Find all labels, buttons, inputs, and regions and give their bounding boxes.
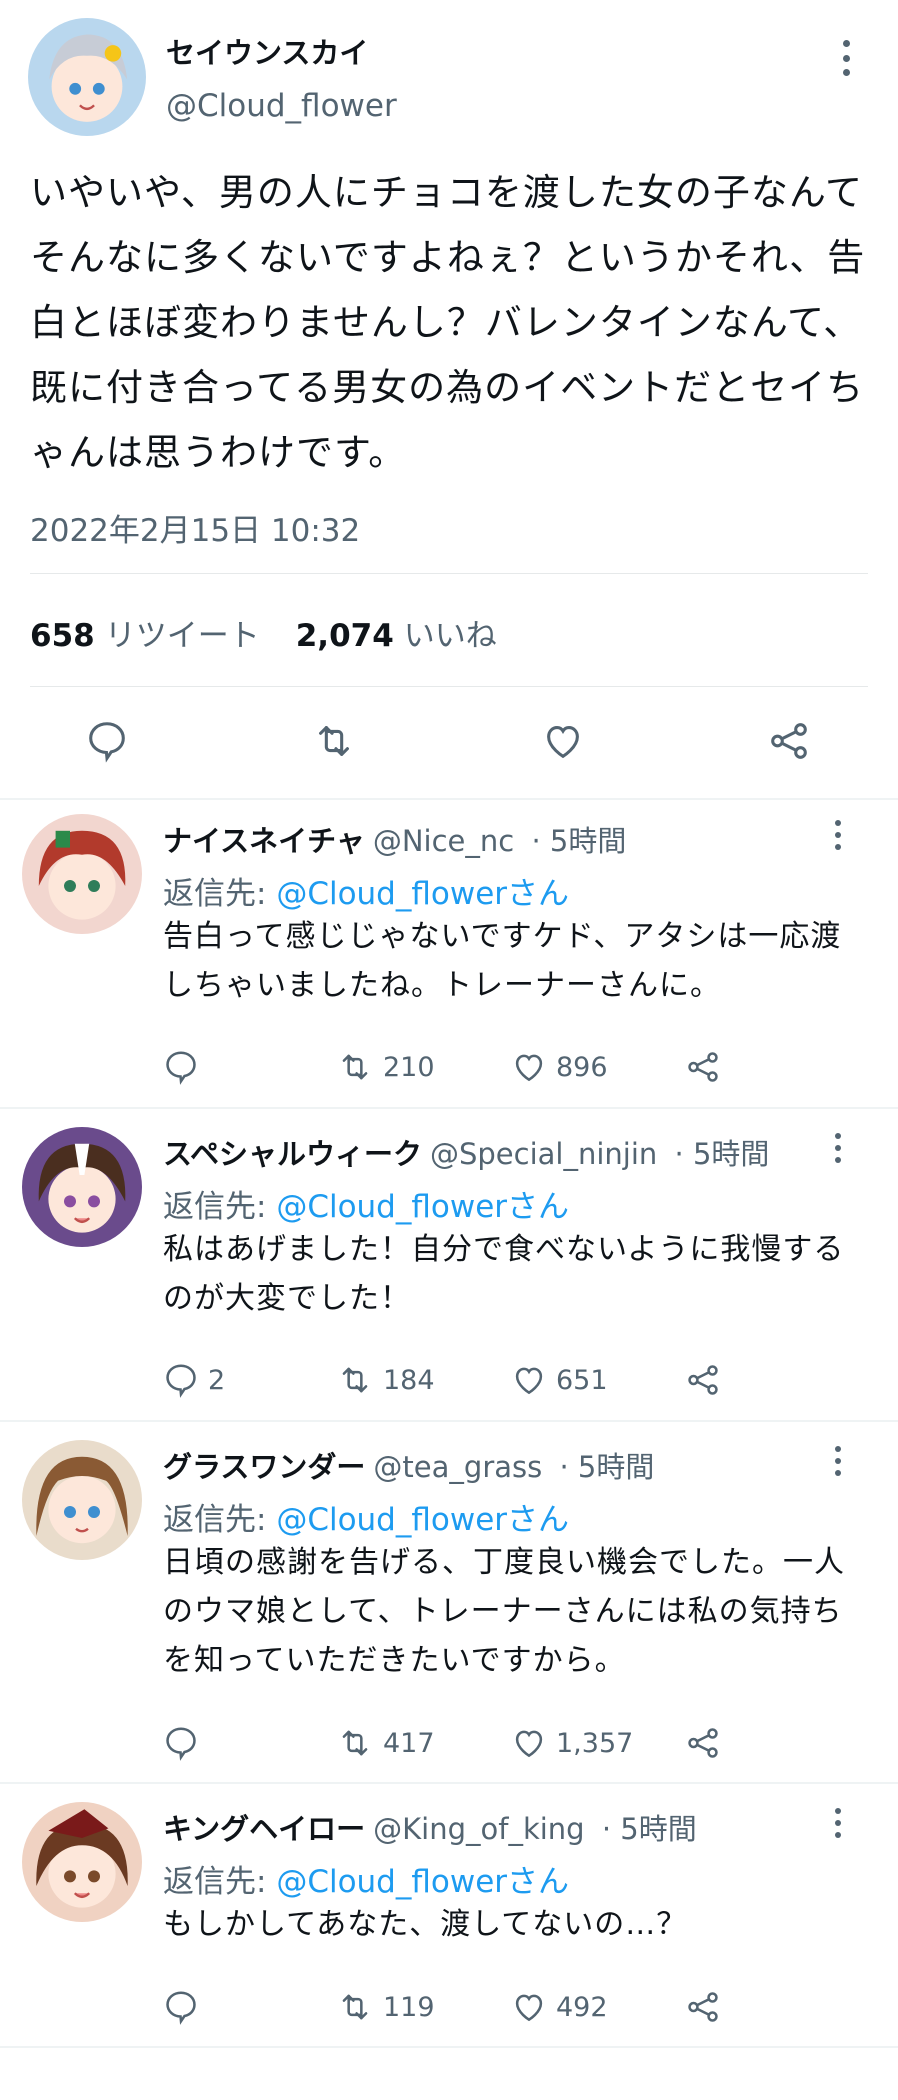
tweet-stats: 658 リツイート 2,074 いいね [30,610,533,655]
reply-author-handle[interactable]: @tea_grass [373,1450,542,1484]
reply-icon[interactable]: 2 [162,1361,225,1399]
heart-icon[interactable]: 1,357 [510,1724,633,1762]
reply-tweet[interactable]: キングヘイロー @King_of_king · 5時間 返信先: @Cloud_f… [0,1788,898,2100]
reply-author-handle[interactable]: @King_of_king [373,1812,584,1846]
reply-to-label: 返信先: [163,1189,267,1225]
heart-icon[interactable]: 651 [510,1361,608,1399]
reply-icon[interactable] [84,718,130,764]
retweet-icon[interactable]: 119 [335,1988,435,2026]
retweet-icon[interactable] [310,718,358,764]
more-options-icon[interactable] [840,40,852,76]
reply-text: 日頃の感謝を告げる、丁度良い機会でした。一人のウマ娘として、トレーナーさんには私… [163,1545,845,1678]
like-count: 492 [556,1991,608,2023]
reply-to-line: 返信先: @Cloud_flowerさん [163,1856,569,1901]
reply-tweet[interactable]: スペシャルウィーク @Special_ninjin · 5時間 返信先: @Clo… [0,1113,898,1425]
tweet-timestamp[interactable]: 2022年2月15日 10:32 [30,505,360,550]
heart-icon[interactable]: 896 [510,1048,608,1086]
retweet-count: 210 [383,1051,435,1083]
reply-to-line: 返信先: @Cloud_flowerさん [163,1181,569,1226]
reply-avatar[interactable] [22,1802,142,1922]
reply-author-name[interactable]: スペシャルウィーク [163,1137,422,1171]
reply-to-link[interactable]: @Cloud_flowerさん [276,1189,569,1225]
reply-author-name[interactable]: グラスワンダー [163,1450,365,1484]
reply-author-name[interactable]: キングヘイロー [163,1812,365,1846]
reply-avatar[interactable] [22,1127,142,1247]
share-icon[interactable] [684,1361,722,1399]
reply-to-label: 返信先: [163,1864,267,1900]
reply-tweet[interactable]: ナイスネイチャ @Nice_nc · 5時間 返信先: @Cloud_flower… [0,800,898,1112]
reply-avatar[interactable] [22,814,142,934]
tweet-text: いやいや、男の人にチョコを渡した女の子なんてそんなに多くないですよねぇ？というか… [30,171,866,474]
reply-to-label: 返信先: [163,1502,267,1538]
divider [0,1107,898,1109]
divider [0,1420,898,1422]
more-options-icon[interactable] [832,1133,844,1163]
retweet-icon[interactable]: 417 [335,1724,435,1762]
more-options-icon[interactable] [832,1808,844,1838]
share-icon[interactable] [684,1724,722,1762]
more-options-icon[interactable] [832,1446,844,1476]
like-count[interactable]: 2,074 [296,618,394,654]
reply-to-link[interactable]: @Cloud_flowerさん [276,1864,569,1900]
reply-author-handle[interactable]: @Nice_nc [373,824,514,858]
reply-action-bar: 2 184 651 [0,1361,898,1401]
share-icon[interactable] [766,718,812,764]
reply-to-label: 返信先: [163,876,267,912]
reply-count: 2 [208,1364,226,1396]
reply-to-link[interactable]: @Cloud_flowerさん [276,1502,569,1538]
reply-icon[interactable] [162,1724,208,1762]
retweet-icon[interactable]: 210 [335,1048,435,1086]
reply-header: キングヘイロー @King_of_king · 5時間 [163,1806,697,1848]
retweet-label[interactable]: リツイート [105,618,260,654]
divider [0,1782,898,1784]
share-icon[interactable] [684,1048,722,1086]
reply-author-handle[interactable]: @Special_ninjin [430,1137,657,1171]
reply-header: グラスワンダー @tea_grass · 5時間 [163,1444,654,1486]
like-count: 1,357 [556,1727,634,1759]
tweet-action-bar [0,718,898,768]
retweet-count: 417 [383,1727,435,1759]
retweet-count[interactable]: 658 [30,618,95,654]
divider [30,686,868,687]
reply-to-line: 返信先: @Cloud_flowerさん [163,868,569,913]
retweet-icon[interactable]: 184 [335,1361,435,1399]
heart-icon[interactable]: 492 [510,1988,608,2026]
like-label[interactable]: いいね [404,618,497,654]
reply-to-line: 返信先: @Cloud_flowerさん [163,1494,569,1539]
reply-icon[interactable] [162,1988,208,2026]
reply-action-bar: 210 896 [0,1048,898,1088]
reply-text: もしかしてあなた、渡してないの…？ [163,1907,688,1942]
reply-avatar[interactable] [22,1440,142,1560]
reply-icon[interactable] [162,1048,208,1086]
reply-text: 私はあげました！自分で食べないように我慢するのが大変でした！ [163,1232,845,1316]
retweet-count: 119 [383,1991,435,2023]
author-avatar[interactable] [28,18,146,136]
like-count: 896 [556,1051,608,1083]
reply-action-bar: 417 1,357 [0,1724,898,1764]
reply-time[interactable]: · 5時間 [559,1450,654,1484]
reply-header: スペシャルウィーク @Special_ninjin · 5時間 [163,1131,769,1173]
author-handle[interactable]: @Cloud_flower [166,88,397,124]
reply-time[interactable]: · 5時間 [602,1812,697,1846]
more-options-icon[interactable] [832,820,844,850]
reply-author-name[interactable]: ナイスネイチャ [163,824,365,858]
like-count: 651 [556,1364,608,1396]
reply-time[interactable]: · 5時間 [531,824,626,858]
main-tweet: セイウンスカイ @Cloud_flower いやいや、男の人にチョコを渡した女の… [0,0,898,800]
heart-icon[interactable] [540,718,586,764]
reply-time[interactable]: · 5時間 [675,1137,770,1171]
reply-tweet[interactable]: グラスワンダー @tea_grass · 5時間 返信先: @Cloud_flow… [0,1426,898,1761]
reply-to-link[interactable]: @Cloud_flowerさん [276,876,569,912]
reply-action-bar: 119 492 [0,1988,898,2028]
retweet-count: 184 [383,1364,435,1396]
reply-text: 告白って感じじゃないですケド、アタシは一応渡しちゃいましたね。トレーナーさんに。 [163,919,842,1003]
author-name[interactable]: セイウンスカイ [166,30,368,72]
divider [30,573,868,574]
reply-header: ナイスネイチャ @Nice_nc · 5時間 [163,818,626,860]
share-icon[interactable] [684,1988,722,2026]
